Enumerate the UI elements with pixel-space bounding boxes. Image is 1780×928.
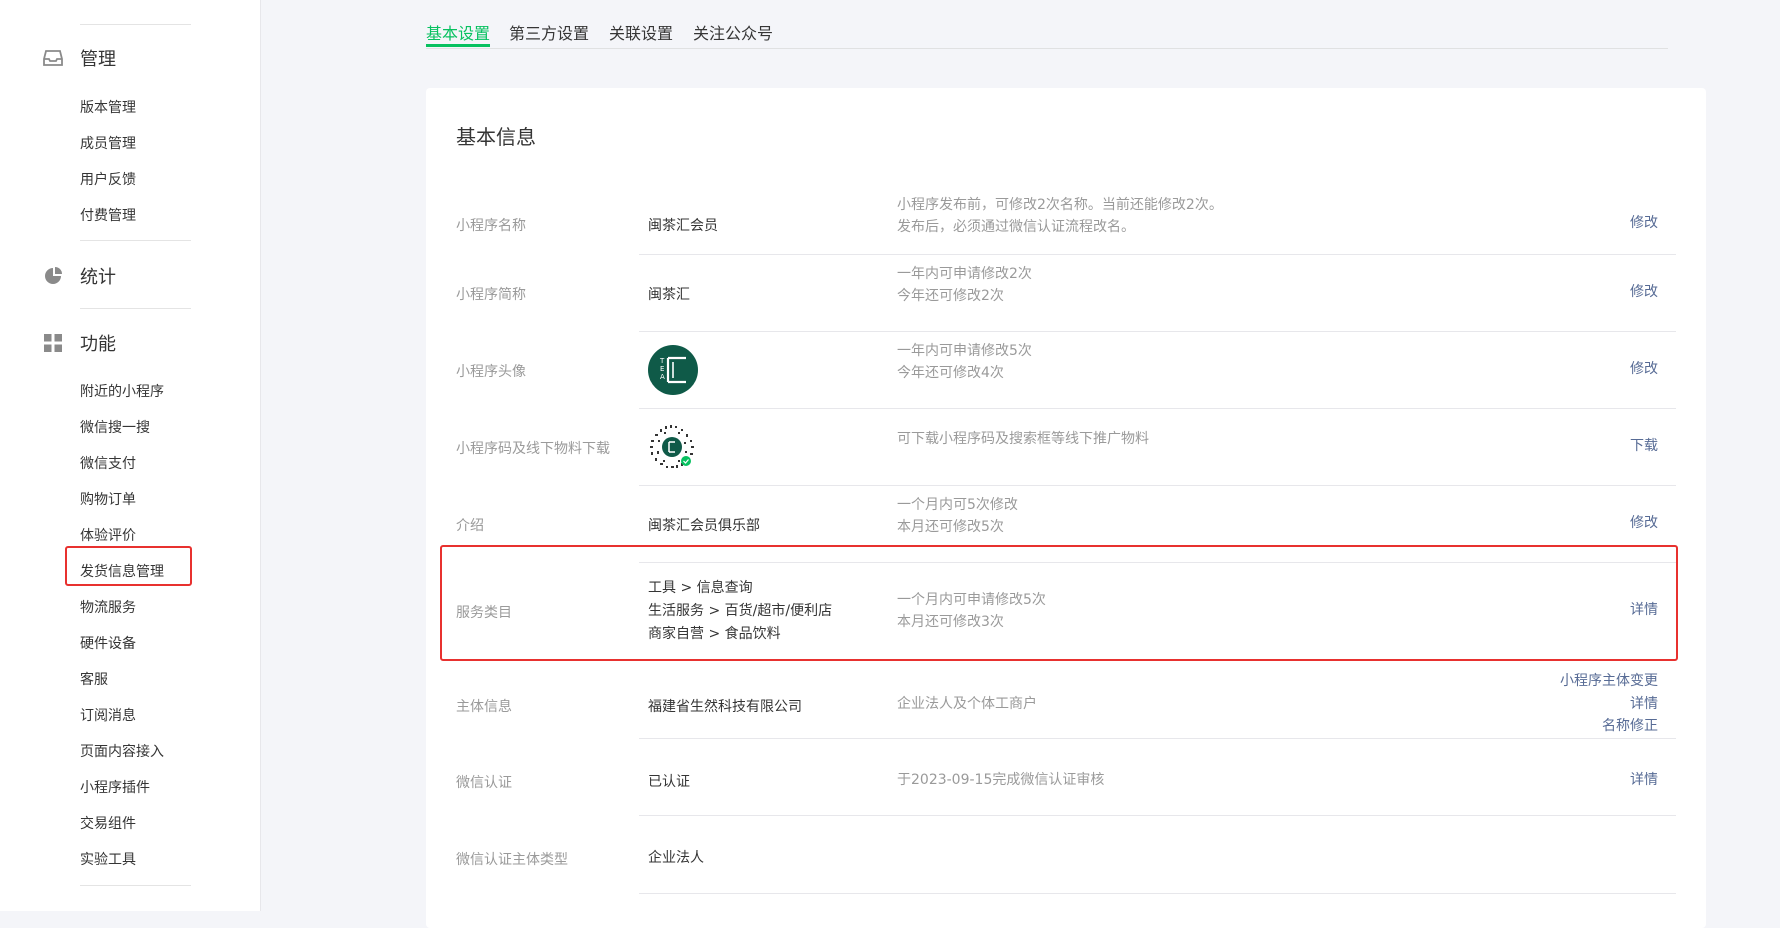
sidebar-item-members[interactable]: 成员管理 (80, 134, 136, 154)
pie-chart-icon (43, 266, 63, 286)
app-avatar-image: T E A (648, 345, 698, 395)
row-desc-line: 企业法人及个体工商户 (897, 696, 1037, 712)
sidebar-section-label: 功能 (80, 334, 116, 355)
svg-text:A: A (660, 373, 665, 381)
sidebar-divider (80, 308, 191, 309)
download-materials-link[interactable]: 下载 (1630, 435, 1658, 457)
row-label: 小程序码及线下物料下载 (456, 441, 610, 457)
row-label: 微信认证主体类型 (456, 852, 568, 868)
mini-program-code-image (648, 423, 696, 471)
row-value: 闽茶汇会员 (648, 218, 718, 234)
row-label: 介绍 (456, 518, 484, 534)
info-row-qrcode: 小程序码及线下物料下载 可下载小程序码及搜索框等线下推广物料 下载 (426, 409, 1706, 486)
sidebar-divider (80, 24, 191, 25)
sidebar-item-customer-service[interactable]: 客服 (80, 670, 108, 690)
info-row-entity: 主体信息 福建省生然科技有限公司 企业法人及个体工商户 小程序主体变更 详情 名… (426, 660, 1706, 739)
tab-basic-settings[interactable]: 基本设置 (426, 20, 490, 44)
sidebar-item-orders[interactable]: 购物订单 (80, 490, 136, 510)
sidebar-item-nearby[interactable]: 附近的小程序 (80, 382, 164, 402)
annotation-highlight-sidebar (65, 546, 192, 586)
sidebar-item-hardware[interactable]: 硬件设备 (80, 634, 136, 654)
sidebar-item-plugins[interactable]: 小程序插件 (80, 778, 150, 798)
sidebar-section-label: 管理 (80, 49, 116, 70)
svg-text:T: T (659, 357, 665, 365)
tab-follow-official-account[interactable]: 关注公众号 (693, 20, 773, 44)
row-desc-line: 一年内可申请修改2次 (897, 266, 1032, 282)
tab-bar: 基本设置 第三方设置 关联设置 关注公众号 (426, 0, 1668, 49)
info-row-name: 小程序名称 闽茶汇会员 小程序发布前，可修改2次名称。当前还能修改2次。 发布后… (426, 185, 1706, 255)
inbox-icon (43, 48, 63, 68)
row-divider (639, 893, 1676, 894)
row-desc-line: 可下载小程序码及搜索框等线下推广物料 (897, 431, 1149, 447)
sidebar-item-version[interactable]: 版本管理 (80, 98, 136, 118)
sidebar-item-subscription[interactable]: 订阅消息 (80, 706, 136, 726)
row-desc-line: 今年还可修改2次 (897, 288, 1004, 304)
name-correction-link[interactable]: 名称修正 (1602, 715, 1658, 737)
edit-intro-link[interactable]: 修改 (1630, 512, 1658, 534)
annotation-highlight-service-categories (440, 545, 1678, 661)
entity-details-link[interactable]: 详情 (1630, 693, 1658, 715)
row-label: 主体信息 (456, 699, 512, 715)
row-value: 已认证 (648, 774, 690, 790)
tab-association-settings[interactable]: 关联设置 (609, 20, 673, 44)
edit-short-name-link[interactable]: 修改 (1630, 281, 1658, 303)
info-row-short-name: 小程序简称 闽茶汇 一年内可申请修改2次 今年还可修改2次 修改 (426, 255, 1706, 332)
edit-name-link[interactable]: 修改 (1630, 212, 1658, 234)
sidebar-divider (80, 240, 191, 241)
sidebar-item-payment-manage[interactable]: 付费管理 (80, 206, 136, 226)
row-value: 闽茶汇会员俱乐部 (648, 518, 760, 534)
card-title: 基本信息 (456, 125, 536, 149)
row-desc-line: 一个月内可5次修改 (897, 497, 1018, 513)
row-value: 福建省生然科技有限公司 (648, 699, 802, 715)
sidebar-item-wechat-search[interactable]: 微信搜一搜 (80, 418, 150, 438)
tab-third-party-settings[interactable]: 第三方设置 (509, 20, 589, 44)
row-desc-line: 发布后，必须通过微信认证流程改名。 (897, 219, 1135, 235)
row-label: 小程序简称 (456, 287, 526, 303)
sidebar-item-experiment-tools[interactable]: 实验工具 (80, 850, 136, 870)
sidebar-item-reviews[interactable]: 体验评价 (80, 526, 136, 546)
info-row-avatar: 小程序头像 T E A 一年内可申请修改5次 今年还可修改4次 修改 (426, 332, 1706, 409)
sidebar-section-label: 统计 (80, 267, 116, 288)
sidebar-item-wechat-pay[interactable]: 微信支付 (80, 454, 136, 474)
row-desc-line: 小程序发布前，可修改2次名称。当前还能修改2次。 (897, 197, 1223, 213)
row-desc-line: 于2023-09-15完成微信认证审核 (897, 772, 1105, 788)
row-label: 微信认证 (456, 775, 512, 791)
row-desc-line: 本月还可修改5次 (897, 519, 1004, 535)
main-content: 基本设置 第三方设置 关联设置 关注公众号 基本信息 小程序名称 闽茶汇会员 小… (261, 0, 1780, 928)
sidebar-item-feedback[interactable]: 用户反馈 (80, 170, 136, 190)
row-value: 闽茶汇 (648, 287, 690, 303)
sidebar-divider (80, 885, 191, 886)
edit-avatar-link[interactable]: 修改 (1630, 358, 1658, 380)
info-row-verification: 微信认证 已认证 于2023-09-15完成微信认证审核 详情 (426, 739, 1706, 816)
basic-info-card: 基本信息 小程序名称 闽茶汇会员 小程序发布前，可修改2次名称。当前还能修改2次… (426, 88, 1706, 928)
row-value: 企业法人 (648, 850, 704, 866)
sidebar-item-page-content[interactable]: 页面内容接入 (80, 742, 164, 762)
row-desc-line: 今年还可修改4次 (897, 365, 1004, 381)
entity-change-link[interactable]: 小程序主体变更 (1560, 670, 1658, 692)
row-desc-line: 一年内可申请修改5次 (897, 343, 1032, 359)
svg-text:E: E (660, 365, 664, 373)
grid-icon (43, 333, 63, 353)
sidebar-item-trade-components[interactable]: 交易组件 (80, 814, 136, 834)
row-label: 小程序头像 (456, 364, 526, 380)
row-label: 小程序名称 (456, 218, 526, 234)
active-tab-indicator (426, 44, 490, 47)
sidebar-item-logistics[interactable]: 物流服务 (80, 598, 136, 618)
sidebar: 管理 版本管理 成员管理 用户反馈 付费管理 统计 功能 附近的小程序 微信搜一… (0, 0, 261, 911)
verification-details-link[interactable]: 详情 (1630, 769, 1658, 791)
info-row-verification-type: 微信认证主体类型 企业法人 (426, 816, 1706, 894)
